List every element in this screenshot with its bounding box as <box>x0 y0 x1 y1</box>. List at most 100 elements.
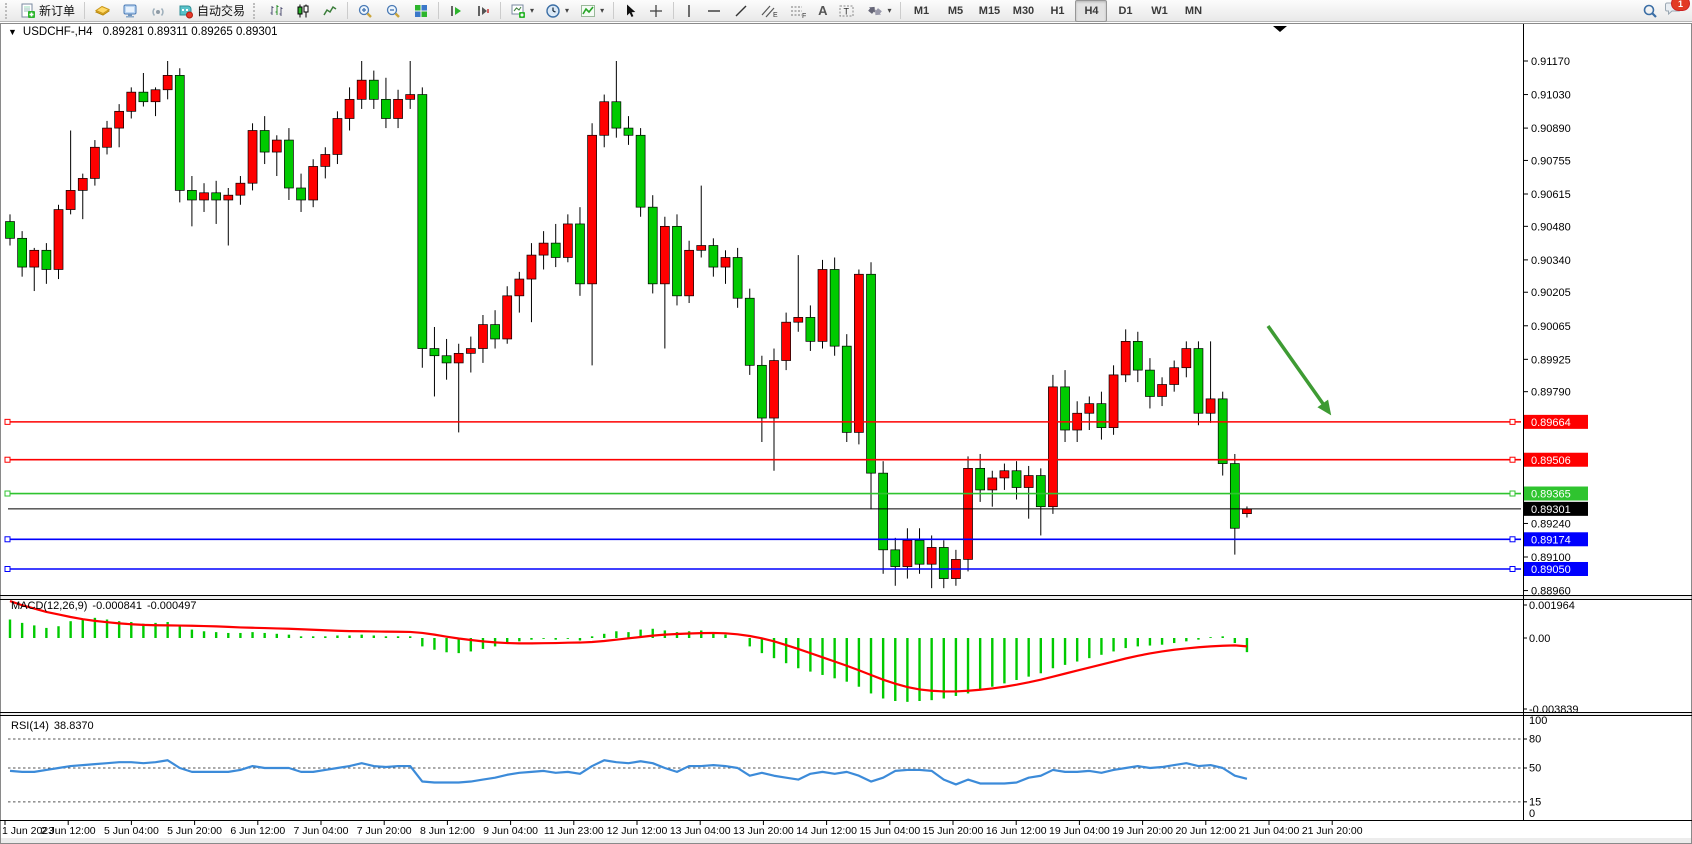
candle[interactable] <box>187 190 196 200</box>
candle[interactable] <box>163 75 172 89</box>
candle[interactable] <box>418 95 427 349</box>
auto-trading-button[interactable]: 自动交易 <box>172 0 250 22</box>
candle[interactable] <box>309 166 318 200</box>
candle[interactable] <box>660 226 669 284</box>
candle[interactable] <box>1206 399 1215 413</box>
candle[interactable] <box>236 183 245 195</box>
candle[interactable] <box>248 130 257 183</box>
zoom-in-button[interactable] <box>352 0 379 22</box>
candle[interactable] <box>867 274 876 473</box>
timeframe-d1[interactable]: D1 <box>1109 0 1141 22</box>
timeframe-h1[interactable]: H1 <box>1041 0 1073 22</box>
candle[interactable] <box>988 478 997 490</box>
candle[interactable] <box>539 243 548 255</box>
candle[interactable] <box>127 92 136 111</box>
candle[interactable] <box>1012 471 1021 488</box>
cursor-tool-button[interactable] <box>618 0 642 22</box>
candle[interactable] <box>345 99 354 118</box>
candle[interactable] <box>103 128 112 147</box>
candle[interactable] <box>454 353 463 363</box>
candle[interactable] <box>357 80 366 99</box>
bar-chart-button[interactable] <box>263 0 289 22</box>
candle[interactable] <box>927 547 936 564</box>
candle[interactable] <box>54 210 63 270</box>
candle[interactable] <box>1109 375 1118 428</box>
chart-shift-button[interactable] <box>470 0 496 22</box>
candle[interactable] <box>272 140 281 152</box>
candle[interactable] <box>66 190 75 209</box>
candle[interactable] <box>1133 341 1142 370</box>
timeframe-w1[interactable]: W1 <box>1143 0 1175 22</box>
candle[interactable] <box>1194 349 1203 414</box>
candle[interactable] <box>1061 387 1070 430</box>
candle[interactable] <box>333 119 342 155</box>
timeframe-m30[interactable]: M30 <box>1007 0 1039 22</box>
signals-button[interactable] <box>145 0 171 22</box>
new-chart-button[interactable]: ▾ <box>505 0 539 22</box>
time-axis[interactable]: 1 Jun 20232 Jun 12:005 Jun 04:005 Jun 20… <box>2 821 1363 837</box>
candle[interactable] <box>503 296 512 339</box>
chart-window[interactable]: 0.896640.895060.893650.893010.891740.890… <box>0 23 1692 844</box>
candlestick-chart-button[interactable] <box>290 0 316 22</box>
candle[interactable] <box>1145 370 1154 396</box>
candle[interactable] <box>600 102 609 136</box>
candle[interactable] <box>612 102 621 128</box>
periods-button[interactable]: ▾ <box>540 0 574 22</box>
timeframe-m15[interactable]: M15 <box>973 0 1005 22</box>
candle[interactable] <box>1218 399 1227 464</box>
new-order-button[interactable]: 新订单 <box>15 0 80 22</box>
candle[interactable] <box>527 255 536 279</box>
candle[interactable] <box>1000 471 1009 478</box>
candle[interactable] <box>709 246 718 268</box>
candle[interactable] <box>30 250 39 267</box>
price-chart[interactable]: 0.896640.895060.893650.893010.891740.890… <box>0 23 1692 844</box>
candle[interactable] <box>1097 404 1106 428</box>
timeframe-m1[interactable]: M1 <box>905 0 937 22</box>
horizontal-lines-layer[interactable]: 0.896640.895060.893650.893010.891740.890… <box>5 415 1588 576</box>
candle[interactable] <box>757 365 766 418</box>
candle[interactable] <box>1170 368 1179 385</box>
candle[interactable] <box>854 274 863 432</box>
trendline-tool-button[interactable] <box>728 0 754 22</box>
candle[interactable] <box>78 178 87 190</box>
candle[interactable] <box>770 361 779 419</box>
candle[interactable] <box>151 90 160 102</box>
candle[interactable] <box>903 540 912 566</box>
candle[interactable] <box>624 128 633 135</box>
candle[interactable] <box>1085 404 1094 414</box>
timeframe-m5[interactable]: M5 <box>939 0 971 22</box>
candle[interactable] <box>551 243 560 257</box>
line-chart-button[interactable] <box>317 0 343 22</box>
candle[interactable] <box>18 238 27 267</box>
candle[interactable] <box>406 95 415 100</box>
candle[interactable] <box>1121 341 1130 375</box>
candle[interactable] <box>575 224 584 284</box>
candle[interactable] <box>648 207 657 284</box>
candle[interactable] <box>588 135 597 284</box>
search-button[interactable] <box>1637 0 1664 22</box>
candle[interactable] <box>891 550 900 567</box>
candle[interactable] <box>806 317 815 341</box>
crosshair-tool-button[interactable] <box>643 0 669 22</box>
candle[interactable] <box>915 540 924 564</box>
candle[interactable] <box>830 269 839 346</box>
indicators-button[interactable]: ▾ <box>575 0 609 22</box>
candle[interactable] <box>1048 387 1057 507</box>
candle[interactable] <box>297 188 306 200</box>
terminal-button[interactable] <box>117 0 144 22</box>
funds-button[interactable] <box>89 0 116 22</box>
candle[interactable] <box>672 226 681 295</box>
text-tool-button[interactable]: A <box>813 0 832 22</box>
candle[interactable] <box>1242 509 1251 514</box>
candle[interactable] <box>842 346 851 432</box>
candle[interactable] <box>1036 476 1045 507</box>
candle[interactable] <box>139 92 148 102</box>
candle[interactable] <box>42 250 51 269</box>
label-tool-button[interactable]: T <box>833 0 861 22</box>
tile-windows-button[interactable] <box>408 0 434 22</box>
vertical-line-tool-button[interactable] <box>678 0 700 22</box>
candle[interactable] <box>6 222 15 239</box>
candle[interactable] <box>381 99 390 118</box>
candle[interactable] <box>733 257 742 298</box>
horizontal-line-tool-button[interactable] <box>701 0 727 22</box>
